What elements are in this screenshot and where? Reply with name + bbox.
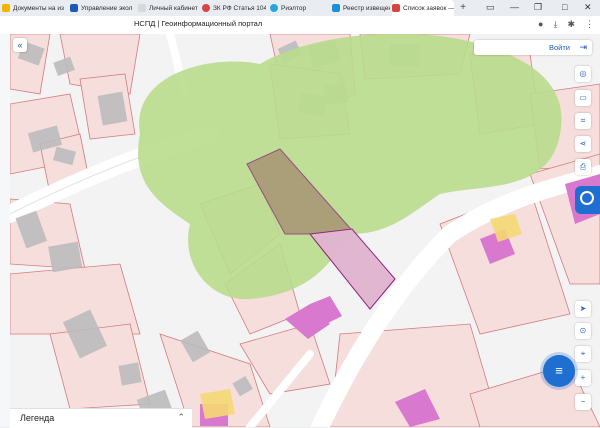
gps-icon[interactable]: ⌖ bbox=[575, 346, 591, 362]
maximize-icon[interactable]: □ bbox=[562, 2, 567, 12]
bookmark-icon[interactable]: ▭ bbox=[486, 2, 495, 13]
browser-tab[interactable]: Документы на из bbox=[2, 0, 66, 16]
zoom-out-icon[interactable]: − bbox=[575, 394, 591, 410]
my-location-icon[interactable]: ⊙ bbox=[575, 323, 591, 339]
downloads-icon[interactable]: ⤓ bbox=[553, 19, 557, 30]
telegram-icon bbox=[270, 4, 278, 12]
login-icon: ⇥ bbox=[579, 42, 587, 52]
brand-icon bbox=[70, 4, 78, 12]
browser-toolbar: ● ⤓ ✱ ⋮ bbox=[538, 19, 594, 30]
tab-label: Список заявок — bbox=[403, 4, 454, 12]
tab-label: Личный кабинет bbox=[149, 4, 198, 12]
login-label: Войти bbox=[549, 43, 570, 52]
address-bar: НСПД | Геоинформационный портал ● ⤓ ✱ ⋮ bbox=[0, 16, 600, 35]
collapse-panel-button[interactable]: « bbox=[13, 38, 27, 52]
tab-label: Реестр извещени bbox=[343, 4, 390, 12]
side-panel-toggle[interactable] bbox=[575, 186, 600, 214]
document-icon bbox=[138, 4, 146, 12]
cadastral-map bbox=[10, 34, 600, 427]
ruler-icon[interactable]: ▭ bbox=[575, 90, 591, 106]
browser-tab-active[interactable]: Список заявок — bbox=[392, 0, 454, 16]
zoom-in-icon[interactable]: + bbox=[575, 370, 591, 386]
profile-icon[interactable]: ● bbox=[538, 19, 543, 30]
location-icon[interactable]: ◎ bbox=[575, 66, 591, 82]
browser-tab[interactable]: Реестр извещени bbox=[332, 0, 390, 16]
browser-tab[interactable]: Риэлтор bbox=[270, 0, 328, 16]
tab-label: Документы на из bbox=[13, 4, 64, 12]
new-tab-button[interactable]: + bbox=[458, 3, 468, 13]
browser-tab[interactable]: Личный кабинет bbox=[138, 0, 198, 16]
restore-icon[interactable]: ❐ bbox=[534, 2, 542, 13]
minimize-icon[interactable]: — bbox=[510, 2, 519, 12]
menu-icon[interactable]: ⋮ bbox=[585, 19, 594, 30]
login-button[interactable]: Войти ⇥ bbox=[474, 40, 592, 55]
browser-tab[interactable]: ЗК РФ Статья 104 bbox=[202, 0, 266, 16]
print-icon[interactable]: ⎙ bbox=[575, 159, 591, 175]
tab-label: Управление экол bbox=[81, 4, 133, 12]
legend-panel[interactable]: Легенда ⌃ bbox=[10, 408, 192, 428]
brand-icon bbox=[392, 4, 400, 12]
brand-icon bbox=[332, 4, 340, 12]
navigate-icon[interactable]: ➤ bbox=[575, 301, 591, 317]
tab-label: ЗК РФ Статья 104 bbox=[213, 4, 266, 12]
area-icon[interactable]: ⌗ bbox=[575, 113, 591, 129]
close-icon[interactable]: ✕ bbox=[584, 2, 592, 13]
legend-title: Легенда bbox=[20, 413, 55, 423]
brand-icon bbox=[202, 4, 210, 12]
folder-icon bbox=[2, 4, 10, 12]
page-title: НСПД | Геоинформационный портал bbox=[134, 19, 263, 28]
browser-tab-bar: Документы на из Управление экол Личный к… bbox=[0, 0, 600, 17]
browser-tab[interactable]: Управление экол bbox=[70, 0, 134, 16]
share-icon[interactable]: ⋖ bbox=[575, 136, 591, 152]
extension-icon[interactable]: ✱ bbox=[567, 19, 575, 30]
tab-label: Риэлтор bbox=[281, 4, 307, 12]
chat-button[interactable]: ≡ bbox=[543, 355, 575, 387]
chevron-updown-icon[interactable]: ⌃ bbox=[177, 412, 185, 423]
map-canvas[interactable] bbox=[10, 34, 600, 427]
